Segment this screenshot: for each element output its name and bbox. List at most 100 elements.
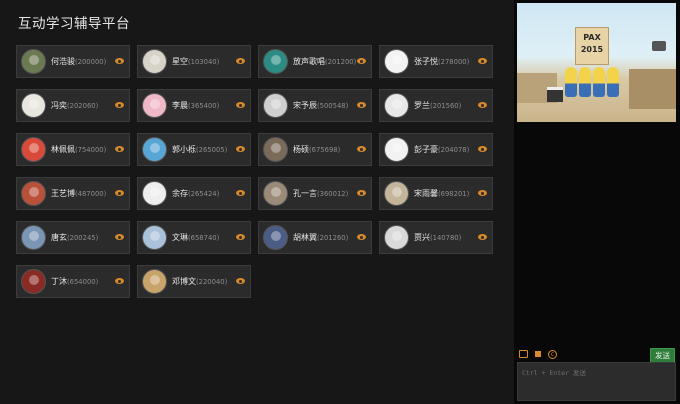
student-name: 王艺博: [51, 189, 75, 198]
eye-icon[interactable]: [115, 58, 124, 64]
eye-icon[interactable]: [236, 102, 245, 108]
student-label: 放声歌唱(201200): [293, 56, 356, 67]
student-name: 丁沐: [51, 277, 67, 286]
eye-icon[interactable]: [478, 234, 487, 240]
side-panel: PAX 2015 c 发送: [514, 0, 680, 404]
student-card[interactable]: 唐玄(200245): [16, 221, 130, 254]
student-card[interactable]: 孔一言(360012): [258, 177, 372, 210]
avatar: [384, 137, 409, 162]
student-card[interactable]: 冯奕(202060): [16, 89, 130, 122]
page-title: 互动学习辅导平台: [18, 16, 130, 32]
video-feed[interactable]: PAX 2015: [517, 3, 676, 122]
eye-icon[interactable]: [478, 190, 487, 196]
student-card[interactable]: 贾兴(140780): [379, 221, 493, 254]
eye-icon[interactable]: [357, 234, 366, 240]
eye-icon[interactable]: [236, 58, 245, 64]
student-id: (103040): [188, 58, 220, 66]
student-card[interactable]: 宋予辰(500548): [258, 89, 372, 122]
student-card[interactable]: 林佩佩(754000): [16, 133, 130, 166]
avatar: [21, 225, 46, 250]
eye-icon[interactable]: [115, 102, 124, 108]
avatar: [263, 181, 288, 206]
student-id: (675698): [309, 146, 341, 154]
student-id: (654000): [67, 278, 99, 286]
eye-icon[interactable]: [357, 190, 366, 196]
stop-icon[interactable]: [535, 351, 541, 357]
student-card[interactable]: 丁沐(654000): [16, 265, 130, 298]
eye-icon[interactable]: [478, 58, 487, 64]
student-name: 文琳: [172, 233, 188, 242]
student-card[interactable]: 李晨(365400): [137, 89, 251, 122]
eye-icon[interactable]: [478, 102, 487, 108]
avatar: [142, 49, 167, 74]
scene-sign-text: 2015: [580, 45, 604, 54]
student-card[interactable]: 星空(103040): [137, 45, 251, 78]
student-card[interactable]: 何浩骏(200000): [16, 45, 130, 78]
scene-sign: PAX 2015: [575, 27, 609, 65]
student-card[interactable]: 郭小栎(265005): [137, 133, 251, 166]
student-id: (265005): [196, 146, 228, 154]
student-label: 宋予辰(500548): [293, 100, 348, 111]
student-name: 张子悦: [414, 57, 438, 66]
send-button[interactable]: 发送: [650, 348, 675, 363]
student-label: 杨硕(675698): [293, 144, 340, 155]
student-card[interactable]: 王艺博(487000): [16, 177, 130, 210]
eye-icon[interactable]: [236, 146, 245, 152]
scene-figure: [565, 67, 577, 97]
student-card[interactable]: 张子悦(278000): [379, 45, 493, 78]
student-card[interactable]: 杨硕(675698): [258, 133, 372, 166]
student-label: 唐玄(200245): [51, 232, 98, 243]
chat-input[interactable]: [517, 362, 676, 401]
student-label: 贾兴(140780): [414, 232, 461, 243]
eye-icon[interactable]: [357, 102, 366, 108]
student-name: 邓博文: [172, 277, 196, 286]
student-label: 丁沐(654000): [51, 276, 98, 287]
student-label: 孔一言(360012): [293, 188, 348, 199]
student-id: (140780): [430, 234, 462, 242]
student-label: 胡林翼(201260): [293, 232, 348, 243]
avatar: [384, 181, 409, 206]
student-label: 冯奕(202060): [51, 100, 98, 111]
eye-icon[interactable]: [115, 190, 124, 196]
eye-icon[interactable]: [115, 234, 124, 240]
student-label: 余存(265424): [172, 188, 219, 199]
avatar: [142, 137, 167, 162]
scene-figure: [607, 67, 619, 97]
student-name: 李晨: [172, 101, 188, 110]
student-id: (365400): [188, 102, 220, 110]
student-label: 张子悦(278000): [414, 56, 469, 67]
copyright-icon[interactable]: c: [548, 349, 557, 359]
eye-icon[interactable]: [357, 58, 366, 64]
student-card[interactable]: 文琳(658740): [137, 221, 251, 254]
student-id: (200000): [75, 58, 107, 66]
student-name: 放声歌唱: [293, 57, 325, 66]
student-id: (200245): [67, 234, 99, 242]
screen-share-icon[interactable]: [519, 350, 528, 358]
avatar: [142, 225, 167, 250]
student-card[interactable]: 宋雨馨(698201): [379, 177, 493, 210]
student-label: 星空(103040): [172, 56, 219, 67]
student-name: 郭小栎: [172, 145, 196, 154]
eye-icon[interactable]: [478, 146, 487, 152]
student-card[interactable]: 彭子豪(204078): [379, 133, 493, 166]
student-card[interactable]: 罗兰(201560): [379, 89, 493, 122]
student-grid: 何浩骏(200000) 星空(103040) 放声歌唱(201200) 张子悦(278…: [16, 45, 493, 298]
eye-icon[interactable]: [115, 146, 124, 152]
student-card[interactable]: 余存(265424): [137, 177, 251, 210]
student-id: (265424): [188, 190, 220, 198]
eye-icon[interactable]: [236, 234, 245, 240]
eye-icon[interactable]: [236, 190, 245, 196]
avatar: [263, 93, 288, 118]
student-card[interactable]: 胡林翼(201260): [258, 221, 372, 254]
eye-icon[interactable]: [115, 278, 124, 284]
student-card[interactable]: 邓博文(220040): [137, 265, 251, 298]
student-name: 余存: [172, 189, 188, 198]
student-label: 文琳(658740): [172, 232, 219, 243]
eye-icon[interactable]: [236, 278, 245, 284]
student-label: 何浩骏(200000): [51, 56, 106, 67]
student-card[interactable]: 放声歌唱(201200): [258, 45, 372, 78]
student-name: 孔一言: [293, 189, 317, 198]
student-id: (201560): [430, 102, 462, 110]
camera-prop-icon: [652, 41, 666, 51]
eye-icon[interactable]: [357, 146, 366, 152]
